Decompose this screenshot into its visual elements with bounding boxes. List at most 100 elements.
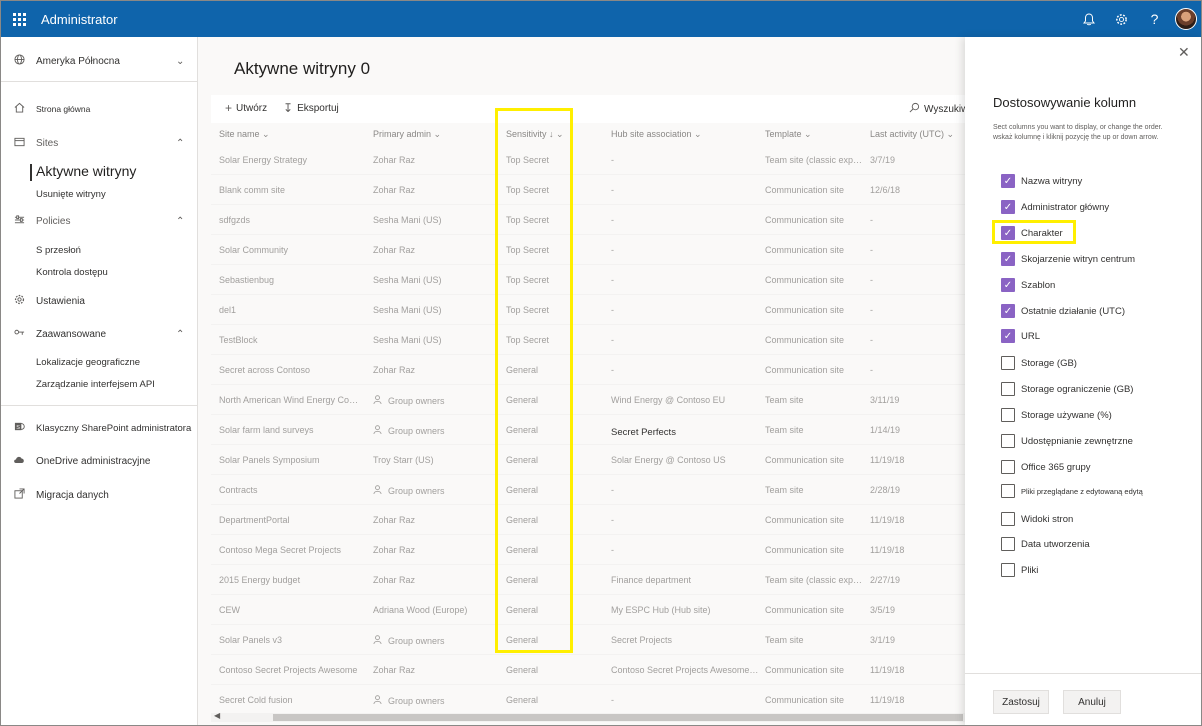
nav-item-sites[interactable]: Sites ⌃ [1,135,198,151]
apply-button[interactable]: Zastosuj [993,690,1049,714]
nav-item-migration[interactable]: Migracja danych [1,487,198,503]
column-header[interactable]: Template ⌄ [765,129,812,140]
cell-name[interactable]: Blank comm site [219,185,359,195]
checkbox-icon[interactable] [1001,382,1015,396]
column-option[interactable]: ✓ Szablon [1001,277,1055,293]
cell-name[interactable]: Solar Panels v3 [219,635,359,645]
column-option[interactable]: Storage (GB) [1001,355,1077,371]
search-box[interactable]: Wyszukiwanie [909,95,965,123]
table-row[interactable]: del1 Sesha Mani (US) Top Secret - Communicat… [211,295,965,325]
table-row[interactable]: CEW Adriana Wood (Europe) General My ESPC H… [211,595,965,625]
column-header[interactable]: Site name ⌄ [219,129,270,140]
checkbox-icon[interactable] [1001,537,1015,551]
table-row[interactable]: Contracts Group owners General - Team site 2/… [211,475,965,505]
column-header[interactable]: Primary admin ⌄ [373,129,441,140]
column-option[interactable]: Office 365 grupy [1001,459,1091,475]
nav-item-advanced[interactable]: Zaawansowane ⌃ [1,326,198,342]
help-icon[interactable]: ? [1138,1,1171,37]
nav-item-api-management[interactable]: Zarządzanie interfejsem API [36,379,155,390]
nav-item-classic-sharepoint[interactable]: S Klasyczny SharePoint administratora [1,420,198,436]
cell-name[interactable]: sdfgzds [219,215,359,225]
table-row[interactable]: Solar Energy Strategy Zohar Raz Top Secret… [211,145,965,175]
column-option[interactable]: Storage ograniczenie (GB) [1001,381,1133,397]
table-row[interactable]: Solar Community Zohar Raz Top Secret - Commu… [211,235,965,265]
cell-name[interactable]: Secret Cold fusion [219,695,359,705]
export-button[interactable]: ↧ Eksportuj [283,101,339,115]
table-row[interactable]: TestBlock Sesha Mani (US) Top Secret - Commu… [211,325,965,355]
nav-item-deleted-sites[interactable]: Usunięte witryny [36,189,106,200]
table-row[interactable]: sdfgzds Sesha Mani (US) Top Secret - Communi… [211,205,965,235]
checkbox-checked-icon[interactable]: ✓ [1001,278,1015,292]
table-row[interactable]: Solar Panels Symposium Troy Starr (US) Gen… [211,445,965,475]
table-row[interactable]: Contoso Secret Projects Awesome Zohar Raz… [211,655,965,685]
table-row[interactable]: Sebastienbug Sesha Mani (US) Top Secret - Co… [211,265,965,295]
column-option[interactable]: Pliki przeglądane z edytowaną edytą [1001,483,1143,499]
nav-item-onedrive[interactable]: OneDrive administracyjne [1,453,198,469]
checkbox-checked-icon[interactable]: ✓ [1001,329,1015,343]
column-option[interactable]: Pliki [1001,562,1038,578]
table-row[interactable]: Solar farm land surveys Group owners Gener… [211,415,965,445]
table-row[interactable]: Secret across Contoso Zohar Raz General - Co… [211,355,965,385]
cell-name[interactable]: Secret across Contoso [219,365,359,375]
scroll-left-icon[interactable]: ◀ [214,711,220,720]
column-option[interactable]: ✓ Administrator główny [1001,199,1109,215]
column-option[interactable]: Udostępnianie zewnętrzne [1001,433,1133,449]
cell-name[interactable]: 2015 Energy budget [219,575,359,585]
cell-name[interactable]: Solar Energy Strategy [219,155,359,165]
nav-item-sharing[interactable]: S przesłoń [36,245,81,256]
checkbox-icon[interactable] [1001,434,1015,448]
checkbox-icon[interactable] [1001,563,1015,577]
cell-name[interactable]: CEW [219,605,359,615]
bell-icon[interactable] [1072,1,1105,37]
table-row[interactable]: North American Wind Energy Confe... Group… [211,385,965,415]
checkbox-checked-icon[interactable]: ✓ [1001,252,1015,266]
horizontal-scrollbar[interactable]: ◀ [211,711,965,722]
checkbox-checked-icon[interactable]: ✓ [1001,200,1015,214]
checkbox-checked-icon[interactable]: ✓ [1001,174,1015,188]
gear-icon[interactable] [1105,1,1138,37]
column-option[interactable]: ✓ Nazwa witryny [1001,173,1082,189]
cell-name[interactable]: Solar Panels Symposium [219,455,359,465]
table-row[interactable]: Solar Panels v3 Group owners General Secret… [211,625,965,655]
create-button[interactable]: + Utwórz [225,101,267,115]
table-row[interactable]: DepartmentPortal Zohar Raz General - Communi… [211,505,965,535]
cell-name[interactable]: del1 [219,305,359,315]
cell-name[interactable]: Contoso Mega Secret Projects [219,545,359,555]
table-row[interactable]: Secret Cold fusion Group owners General - Co… [211,685,965,715]
column-option[interactable]: Data utworzenia [1001,536,1090,552]
cell-name[interactable]: DepartmentPortal [219,515,359,525]
checkbox-icon[interactable] [1001,460,1015,474]
table-row[interactable]: Blank comm site Zohar Raz Top Secret - Commu… [211,175,965,205]
nav-item-policies[interactable]: Policies ⌃ [1,213,198,229]
cell-name[interactable]: North American Wind Energy Confe... [219,395,359,405]
nav-item-active-sites[interactable]: Aktywne witryny [36,163,136,179]
column-option[interactable]: ✓ Ostatnie działanie (UTC) [1001,303,1125,319]
avatar[interactable] [1175,8,1197,30]
nav-region-selector[interactable]: Ameryka Północna ⌄ [1,53,198,69]
column-header[interactable]: Last activity (UTC) ⌄ [870,129,954,140]
cell-name[interactable]: Solar farm land surveys [219,425,359,435]
column-option[interactable]: Widoki stron [1001,511,1073,527]
column-option[interactable]: ✓ Skojarzenie witryn centrum [1001,251,1135,267]
cell-name[interactable]: Contracts [219,485,359,495]
cell-name[interactable]: Contoso Secret Projects Awesome [219,665,359,675]
table-row[interactable]: Contoso Mega Secret Projects Zohar Raz Gen… [211,535,965,565]
nav-item-settings[interactable]: Ustawienia [1,293,198,309]
app-launcher-icon[interactable] [1,1,37,37]
nav-item-geo-locations[interactable]: Lokalizacje geograficzne [36,357,140,368]
cancel-button[interactable]: Anuluj [1063,690,1121,714]
column-option[interactable]: Storage używane (%) [1001,407,1112,423]
column-option[interactable]: ✓ URL [1001,328,1040,344]
checkbox-icon[interactable] [1001,484,1015,498]
column-header[interactable]: Hub site association ⌄ [611,129,702,140]
close-icon[interactable]: ✕ [1178,44,1190,61]
nav-item-access-control[interactable]: Kontrola dostępu [36,267,108,278]
checkbox-icon[interactable] [1001,512,1015,526]
checkbox-checked-icon[interactable]: ✓ [1001,304,1015,318]
scrollbar-thumb[interactable] [273,714,963,721]
checkbox-icon[interactable] [1001,408,1015,422]
cell-name[interactable]: Sebastienbug [219,275,359,285]
cell-name[interactable]: Solar Community [219,245,359,255]
nav-item-home[interactable]: Strona główna [1,101,198,117]
checkbox-icon[interactable] [1001,356,1015,370]
